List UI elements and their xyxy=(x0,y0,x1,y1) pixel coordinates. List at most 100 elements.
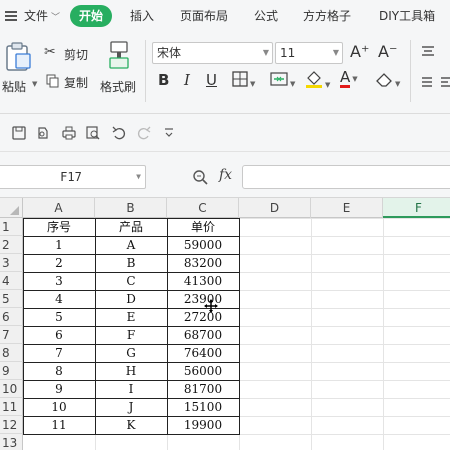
table-cell[interactable]: 6 xyxy=(23,326,95,344)
table-cell[interactable]: 59000 xyxy=(167,236,239,254)
table-cell[interactable]: 8 xyxy=(23,362,95,380)
table-cell[interactable]: 56000 xyxy=(167,362,239,380)
table-cell[interactable]: A xyxy=(95,236,167,254)
name-box[interactable]: F17 ▼ xyxy=(0,165,146,189)
underline-button[interactable]: U xyxy=(206,69,217,91)
row-header[interactable]: 10 xyxy=(0,380,23,398)
tab-insert[interactable]: 插入 xyxy=(130,0,154,32)
row-header[interactable]: 13 xyxy=(0,434,23,450)
table-cell[interactable]: I xyxy=(95,380,167,398)
row-header[interactable]: 12 xyxy=(0,416,23,434)
row-header[interactable]: 11 xyxy=(0,398,23,416)
row-header[interactable]: 2 xyxy=(0,236,23,254)
print-preview-icon[interactable] xyxy=(86,126,100,140)
tab-diy-toolbox[interactable]: DIY工具箱 xyxy=(379,0,435,32)
tab-fangfang-grid[interactable]: 方方格子 xyxy=(303,0,351,32)
align-left-icon[interactable] xyxy=(440,75,450,89)
fx-button[interactable]: fx xyxy=(219,167,232,183)
bold-button[interactable]: B xyxy=(158,69,169,91)
row-header[interactable]: 4 xyxy=(0,272,23,290)
table-cell[interactable]: 27200 xyxy=(167,308,239,326)
paste-button[interactable]: 粘贴 ▼ xyxy=(0,38,38,104)
table-cell[interactable]: 3 xyxy=(23,272,95,290)
table-cell[interactable]: 9 xyxy=(23,380,95,398)
clear-format-button[interactable]: ▼ xyxy=(375,71,400,90)
undo-icon[interactable] xyxy=(112,126,126,140)
column-header-f[interactable]: F xyxy=(383,198,450,218)
fill-color-button[interactable]: ▼ xyxy=(305,70,330,91)
table-cell[interactable]: F xyxy=(95,326,167,344)
spreadsheet-grid[interactable]: ABCDEF 1 2 3 4 5 6 7 8 9 10 11 12 13 序号 产品 单价 1 A 59000 2 B 8… xyxy=(0,198,450,450)
column-header-d[interactable]: D xyxy=(239,198,311,218)
tab-formulas[interactable]: 公式 xyxy=(254,0,278,32)
table-cell[interactable]: K xyxy=(95,416,167,434)
table-cell[interactable]: E xyxy=(95,308,167,326)
header-cell[interactable]: 序号 xyxy=(23,218,95,236)
table-cell[interactable]: 81700 xyxy=(167,380,239,398)
output-icon[interactable] xyxy=(36,126,50,140)
table-cell[interactable]: 7 xyxy=(23,344,95,362)
row-header[interactable]: 5 xyxy=(0,290,23,308)
merge-button[interactable]: ▼ xyxy=(270,71,295,90)
zoom-formula-icon[interactable] xyxy=(192,169,208,185)
copy-button[interactable]: 复制 xyxy=(44,72,94,92)
row-header[interactable]: 6 xyxy=(0,308,23,326)
customize-toolbar-icon[interactable] xyxy=(162,126,176,140)
table-cell[interactable]: 4 xyxy=(23,290,95,308)
table-cell[interactable]: 19900 xyxy=(167,416,239,434)
save-icon[interactable] xyxy=(12,126,26,140)
table-cell[interactable]: 1 xyxy=(23,236,95,254)
table-cell[interactable]: 2 xyxy=(23,254,95,272)
select-all-corner[interactable] xyxy=(0,198,23,218)
table-cell[interactable]: 5 xyxy=(23,308,95,326)
row-header[interactable]: 1 xyxy=(0,218,23,236)
table-cell[interactable]: 68700 xyxy=(167,326,239,344)
table-cell[interactable]: 83200 xyxy=(167,254,239,272)
font-color-button[interactable]: A ▼ xyxy=(340,70,358,88)
column-header-b[interactable]: B xyxy=(95,198,167,218)
formula-input[interactable] xyxy=(242,165,450,189)
tab-home[interactable]: 开始 xyxy=(70,5,113,27)
font-name-select[interactable]: 宋体 ▼ xyxy=(152,42,273,64)
format-painter-button[interactable]: 格式刷 xyxy=(98,38,140,104)
table-cell[interactable]: C xyxy=(95,272,167,290)
table-cell[interactable]: 23900 xyxy=(167,290,239,308)
grow-font-button[interactable]: A⁺ xyxy=(350,42,369,61)
paste-dropdown-icon[interactable]: ▼ xyxy=(32,80,37,88)
redo-icon[interactable] xyxy=(137,126,151,140)
shrink-font-button[interactable]: A⁻ xyxy=(378,42,397,61)
table-cell[interactable]: B xyxy=(95,254,167,272)
table-cell[interactable]: 11 xyxy=(23,416,95,434)
table-cell[interactable]: J xyxy=(95,398,167,416)
table-cell[interactable]: 76400 xyxy=(167,344,239,362)
table-cell[interactable]: G xyxy=(95,344,167,362)
row-header[interactable]: 7 xyxy=(0,326,23,344)
align-top-icon[interactable] xyxy=(421,44,435,58)
cut-button[interactable]: ✂ 剪切 xyxy=(44,44,94,64)
column-header-a[interactable]: A xyxy=(23,198,95,218)
borders-icon xyxy=(232,71,248,87)
italic-button[interactable]: I xyxy=(184,69,190,91)
table-cell[interactable]: D xyxy=(95,290,167,308)
table-border xyxy=(23,218,239,219)
column-headers: ABCDEF xyxy=(0,198,450,218)
menu-icon[interactable] xyxy=(5,11,17,21)
header-cell[interactable]: 单价 xyxy=(167,218,239,236)
row-header[interactable]: 9 xyxy=(0,362,23,380)
table-cell[interactable]: 10 xyxy=(23,398,95,416)
print-icon[interactable] xyxy=(62,126,76,140)
table-cell[interactable]: H xyxy=(95,362,167,380)
row-header[interactable]: 3 xyxy=(0,254,23,272)
table-cell[interactable]: 41300 xyxy=(167,272,239,290)
table-cell[interactable]: 15100 xyxy=(167,398,239,416)
header-cell[interactable]: 产品 xyxy=(95,218,167,236)
borders-button[interactable]: ▼ xyxy=(232,71,255,90)
gridline xyxy=(311,218,312,450)
file-menu[interactable]: 文件 ﹀ xyxy=(24,0,60,32)
column-header-c[interactable]: C xyxy=(167,198,239,218)
column-header-e[interactable]: E xyxy=(311,198,383,218)
tab-page-layout[interactable]: 页面布局 xyxy=(180,0,228,32)
font-size-select[interactable]: 11 ▼ xyxy=(275,42,343,64)
align-middle-icon[interactable] xyxy=(421,75,433,89)
row-header[interactable]: 8 xyxy=(0,344,23,362)
